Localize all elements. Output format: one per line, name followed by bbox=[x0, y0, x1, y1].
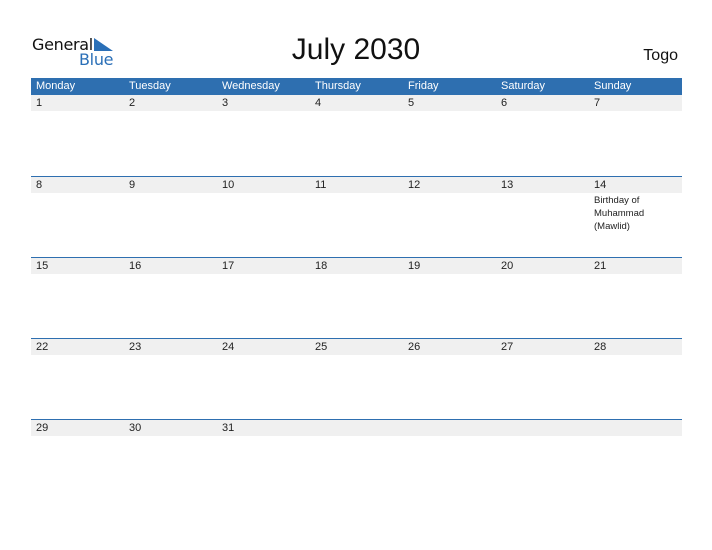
holiday-event bbox=[31, 111, 124, 112]
day-number-row: 8 9 10 11 12 13 14 bbox=[31, 177, 682, 193]
holiday-event bbox=[403, 436, 496, 437]
day-number: 12 bbox=[408, 179, 421, 191]
day-number: 16 bbox=[129, 260, 142, 272]
day-number: 7 bbox=[594, 97, 601, 109]
event-row bbox=[31, 111, 682, 112]
holiday-event bbox=[31, 274, 124, 275]
page-title: July 2030 bbox=[291, 33, 421, 66]
day-number: 26 bbox=[408, 341, 421, 353]
holiday-event: Birthday of Muhammad (Mawlid) bbox=[594, 195, 645, 232]
holiday-event bbox=[310, 436, 403, 437]
day-number: 17 bbox=[222, 260, 235, 272]
weekday-wednesday: Wednesday bbox=[222, 80, 280, 92]
holiday-event bbox=[217, 355, 310, 356]
day-number: 30 bbox=[129, 422, 142, 434]
weekday-saturday: Saturday bbox=[501, 80, 546, 92]
day-number: 10 bbox=[222, 179, 235, 191]
weekday-tuesday: Tuesday bbox=[129, 80, 171, 92]
holiday-event bbox=[403, 355, 496, 356]
week-row: 29 30 31 bbox=[31, 419, 682, 500]
day-number: 20 bbox=[501, 260, 514, 272]
holiday-event bbox=[124, 111, 217, 112]
holiday-event bbox=[310, 274, 403, 275]
holiday-event bbox=[589, 274, 682, 275]
holiday-event bbox=[124, 193, 217, 233]
holiday-event bbox=[31, 436, 124, 437]
holiday-event bbox=[589, 436, 682, 437]
holiday-event bbox=[496, 193, 589, 233]
day-number-row: 15 16 17 18 19 20 21 bbox=[31, 258, 682, 274]
day-number: 4 bbox=[315, 97, 322, 109]
day-number: 25 bbox=[315, 341, 328, 353]
holiday-event bbox=[403, 274, 496, 275]
holiday-event bbox=[124, 355, 217, 356]
calendar-grid: Monday Tuesday Wednesday Thursday Friday… bbox=[31, 78, 682, 500]
day-number: 27 bbox=[501, 341, 514, 353]
day-number: 24 bbox=[222, 341, 235, 353]
day-number: 2 bbox=[129, 97, 136, 109]
day-number: 13 bbox=[501, 179, 514, 191]
event-row bbox=[31, 274, 682, 275]
day-number: 23 bbox=[129, 341, 142, 353]
holiday-event bbox=[589, 355, 682, 356]
day-number: 6 bbox=[501, 97, 508, 109]
day-number: 19 bbox=[408, 260, 421, 272]
holiday-event bbox=[124, 274, 217, 275]
day-number: 14 bbox=[594, 179, 607, 191]
weekday-thursday: Thursday bbox=[315, 80, 361, 92]
holiday-event bbox=[217, 111, 310, 112]
holiday-event bbox=[217, 436, 310, 437]
holiday-event bbox=[217, 193, 310, 233]
day-number: 3 bbox=[222, 97, 229, 109]
day-number: 8 bbox=[36, 179, 43, 191]
holiday-event bbox=[496, 436, 589, 437]
day-number: 9 bbox=[129, 179, 136, 191]
day-number bbox=[403, 420, 496, 436]
holiday-event bbox=[31, 355, 124, 356]
holiday-event bbox=[496, 274, 589, 275]
event-row bbox=[31, 436, 682, 437]
event-row bbox=[31, 355, 682, 356]
holiday-event bbox=[217, 274, 310, 275]
holiday-event bbox=[496, 111, 589, 112]
country-label: Togo bbox=[643, 47, 678, 64]
holiday-event bbox=[310, 111, 403, 112]
day-number: 5 bbox=[408, 97, 415, 109]
day-number: 29 bbox=[36, 422, 49, 434]
holiday-event bbox=[124, 436, 217, 437]
holiday-event bbox=[403, 193, 496, 233]
holiday-event bbox=[310, 355, 403, 356]
weekday-header: Monday Tuesday Wednesday Thursday Friday… bbox=[31, 78, 682, 95]
day-number: 31 bbox=[222, 422, 235, 434]
day-number bbox=[589, 420, 682, 436]
day-number: 11 bbox=[315, 179, 327, 191]
day-number: 28 bbox=[594, 341, 607, 353]
weekday-friday: Friday bbox=[408, 80, 439, 92]
holiday-event bbox=[403, 111, 496, 112]
day-number: 21 bbox=[594, 260, 607, 272]
weekday-monday: Monday bbox=[36, 80, 76, 92]
day-number-row: 1 2 3 4 5 6 7 bbox=[31, 95, 682, 111]
day-number: 18 bbox=[315, 260, 328, 272]
week-row: 15 16 17 18 19 20 21 bbox=[31, 257, 682, 338]
day-number bbox=[496, 420, 589, 436]
day-number: 1 bbox=[36, 97, 43, 109]
event-row: Birthday of Muhammad (Mawlid) bbox=[31, 193, 682, 233]
week-row: 8 9 10 11 12 13 14 Birthday of Muhammad (Mawlid… bbox=[31, 176, 682, 257]
holiday-event bbox=[496, 355, 589, 356]
day-number-row: 22 23 24 25 26 27 28 bbox=[31, 339, 682, 355]
week-row: 1 2 3 4 5 6 7 bbox=[31, 95, 682, 176]
week-row: 22 23 24 25 26 27 28 bbox=[31, 338, 682, 419]
holiday-event bbox=[31, 193, 124, 233]
day-number: 15 bbox=[36, 260, 49, 272]
day-number bbox=[310, 420, 403, 436]
weekday-sunday: Sunday bbox=[594, 80, 632, 92]
holiday-event bbox=[589, 111, 682, 112]
holiday-event bbox=[310, 193, 403, 233]
day-number-row: 29 30 31 bbox=[31, 420, 682, 436]
day-number: 22 bbox=[36, 341, 49, 353]
